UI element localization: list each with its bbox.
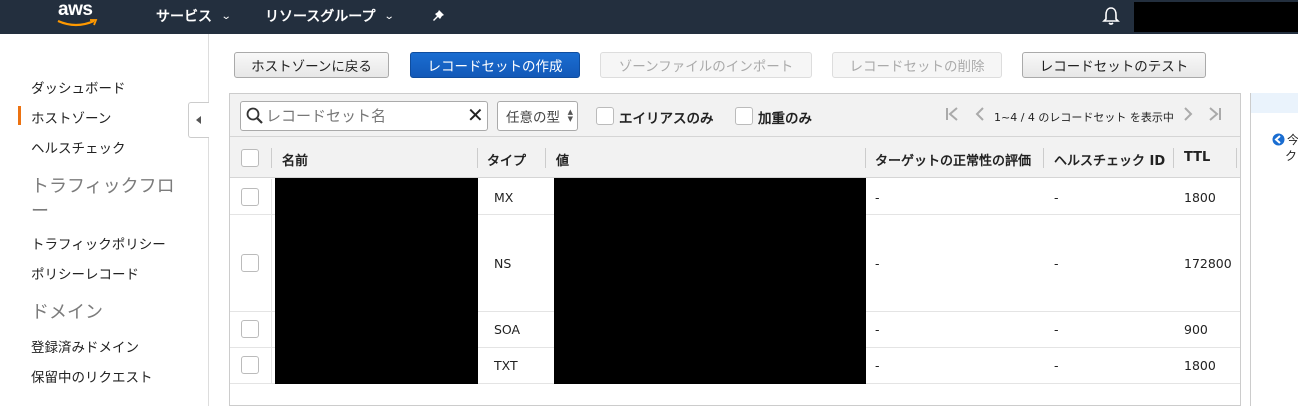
search-box: ✕ <box>240 101 488 131</box>
column-divider <box>1043 148 1044 168</box>
sidebar-item-policy-records[interactable]: ポリシーレコード <box>31 263 139 283</box>
delete-record-set-button[interactable]: レコードセットの削除 <box>832 52 1002 78</box>
detail-panel-header <box>1251 93 1298 113</box>
ttl: 1800 <box>1184 190 1216 205</box>
redacted-name-column <box>275 178 478 384</box>
row-checkbox[interactable] <box>241 356 259 374</box>
row-checkbox[interactable] <box>241 320 259 338</box>
previous-page-icon[interactable] <box>974 106 986 122</box>
health-check-id: - <box>1054 322 1059 337</box>
record-type: TXT <box>494 358 518 373</box>
row-divider <box>271 348 272 383</box>
test-record-set-button[interactable]: レコードセットのテスト <box>1022 52 1206 78</box>
weighted-only-label: 加重のみ <box>758 111 812 127</box>
target-health-evaluation: - <box>875 256 880 271</box>
target-health-evaluation: - <box>875 358 880 373</box>
search-icon <box>246 107 263 124</box>
column-header-target-health[interactable]: ターゲットの正常性の評価 <box>875 150 1031 169</box>
services-label: サービス <box>156 9 212 25</box>
record-type: MX <box>494 190 514 205</box>
column-divider <box>865 148 866 168</box>
health-check-id: - <box>1054 358 1059 373</box>
column-divider <box>1173 148 1174 168</box>
ttl: 900 <box>1184 322 1208 337</box>
traffic-flow-heading: トラフィックフロ ー <box>31 174 175 224</box>
chevron-down-icon: ⌄ <box>220 10 232 22</box>
target-health-evaluation: - <box>875 190 880 205</box>
redacted-value-column <box>554 178 866 384</box>
top-navigation-bar: aws サービス ⌄ リソースグループ ⌄ <box>0 0 1298 34</box>
select-arrows-icon: ▲ ▼ <box>567 108 573 123</box>
ttl: 1800 <box>1184 358 1216 373</box>
record-type-select-value: 任意の型 <box>506 110 560 126</box>
row-divider <box>271 215 272 311</box>
sidebar-item-dashboard[interactable]: ダッシュボード <box>31 77 126 97</box>
alias-only-label: エイリアスのみ <box>619 111 714 127</box>
column-divider <box>271 148 272 168</box>
column-divider <box>545 148 546 168</box>
row-checkbox[interactable] <box>241 254 259 272</box>
pushpin-icon[interactable] <box>430 6 450 26</box>
alias-only-checkbox[interactable] <box>596 107 614 125</box>
aws-logo[interactable]: aws <box>52 0 112 34</box>
row-checkbox[interactable] <box>241 188 259 206</box>
filter-toolbar: ✕ 任意の型 ▲▼ エイリアスのみ 加重のみ 1~4 / 4 のレコードセット … <box>230 94 1240 137</box>
last-page-icon[interactable] <box>1207 106 1223 122</box>
bell-icon[interactable] <box>1100 5 1122 27</box>
back-to-hosted-zones-button[interactable]: ホストゾーンに戻る <box>234 52 389 78</box>
detail-side-panel: 今 ク <box>1250 93 1298 406</box>
health-check-id: - <box>1054 256 1059 271</box>
aws-smile-icon <box>57 19 98 27</box>
account-menu-redacted[interactable] <box>1134 2 1298 32</box>
pagination-status: 1~4 / 4 のレコードセット を表示中 <box>994 111 1174 124</box>
detail-panel-text-line1: 今 <box>1287 133 1298 147</box>
first-page-icon[interactable] <box>944 106 960 122</box>
create-record-set-button[interactable]: レコードセットの作成 <box>410 52 580 78</box>
health-check-id: - <box>1054 190 1059 205</box>
collapse-sidebar-button[interactable] <box>188 102 209 138</box>
traffic-flow-heading-line2: ー <box>31 201 49 222</box>
table-header: 名前 タイプ 値 ターゲットの正常性の評価 ヘルスチェック ID TTL <box>230 137 1240 178</box>
record-sets-panel: ✕ 任意の型 ▲▼ エイリアスのみ 加重のみ 1~4 / 4 のレコードセット … <box>229 93 1241 406</box>
caret-left-icon <box>196 116 201 124</box>
active-indicator <box>18 106 21 125</box>
sidebar-item-registered-domains[interactable]: 登録済みドメイン <box>31 336 139 356</box>
target-health-evaluation: - <box>875 322 880 337</box>
sidebar: ダッシュボード ホストゾーン ヘルスチェック トラフィックフロ ー トラフィック… <box>0 34 209 406</box>
column-divider <box>477 148 478 168</box>
column-header-value[interactable]: 値 <box>556 150 569 169</box>
detail-panel-text-line2: ク <box>1285 149 1298 163</box>
clear-search-icon[interactable]: ✕ <box>467 104 484 126</box>
record-type-select[interactable]: 任意の型 ▲ ▼ <box>497 101 578 131</box>
back-arrow-icon[interactable] <box>1272 133 1285 146</box>
sidebar-item-hosted-zones[interactable]: ホストゾーン <box>31 107 111 127</box>
record-set-name-search-input[interactable] <box>266 106 462 126</box>
column-divider <box>1236 148 1237 168</box>
traffic-flow-heading-line1: トラフィックフロ <box>31 176 175 197</box>
record-type: NS <box>494 256 512 271</box>
sidebar-item-traffic-policies[interactable]: トラフィックポリシー <box>31 233 166 253</box>
resource-groups-label: リソースグループ <box>265 9 376 25</box>
domains-heading: ドメイン <box>31 302 103 323</box>
select-all-checkbox[interactable] <box>241 149 259 167</box>
resource-groups-menu[interactable]: リソースグループ ⌄ <box>265 6 396 26</box>
sidebar-item-health-checks[interactable]: ヘルスチェック <box>31 137 126 157</box>
column-header-type[interactable]: タイプ <box>487 150 526 169</box>
record-type: SOA <box>494 322 521 337</box>
next-page-icon[interactable] <box>1182 106 1194 122</box>
chevron-down-icon: ⌄ <box>384 10 396 22</box>
sidebar-item-pending-requests[interactable]: 保留中のリクエスト <box>31 366 153 386</box>
row-divider <box>271 179 272 214</box>
import-zone-file-button[interactable]: ゾーンファイルのインポート <box>600 52 812 78</box>
weighted-only-checkbox[interactable] <box>735 107 753 125</box>
services-menu[interactable]: サービス ⌄ <box>156 6 232 26</box>
row-divider <box>271 312 272 347</box>
column-header-health-check-id[interactable]: ヘルスチェック ID <box>1054 150 1165 169</box>
ttl: 172800 <box>1184 256 1232 271</box>
column-header-ttl[interactable]: TTL <box>1184 150 1210 165</box>
column-header-name[interactable]: 名前 <box>282 150 308 169</box>
